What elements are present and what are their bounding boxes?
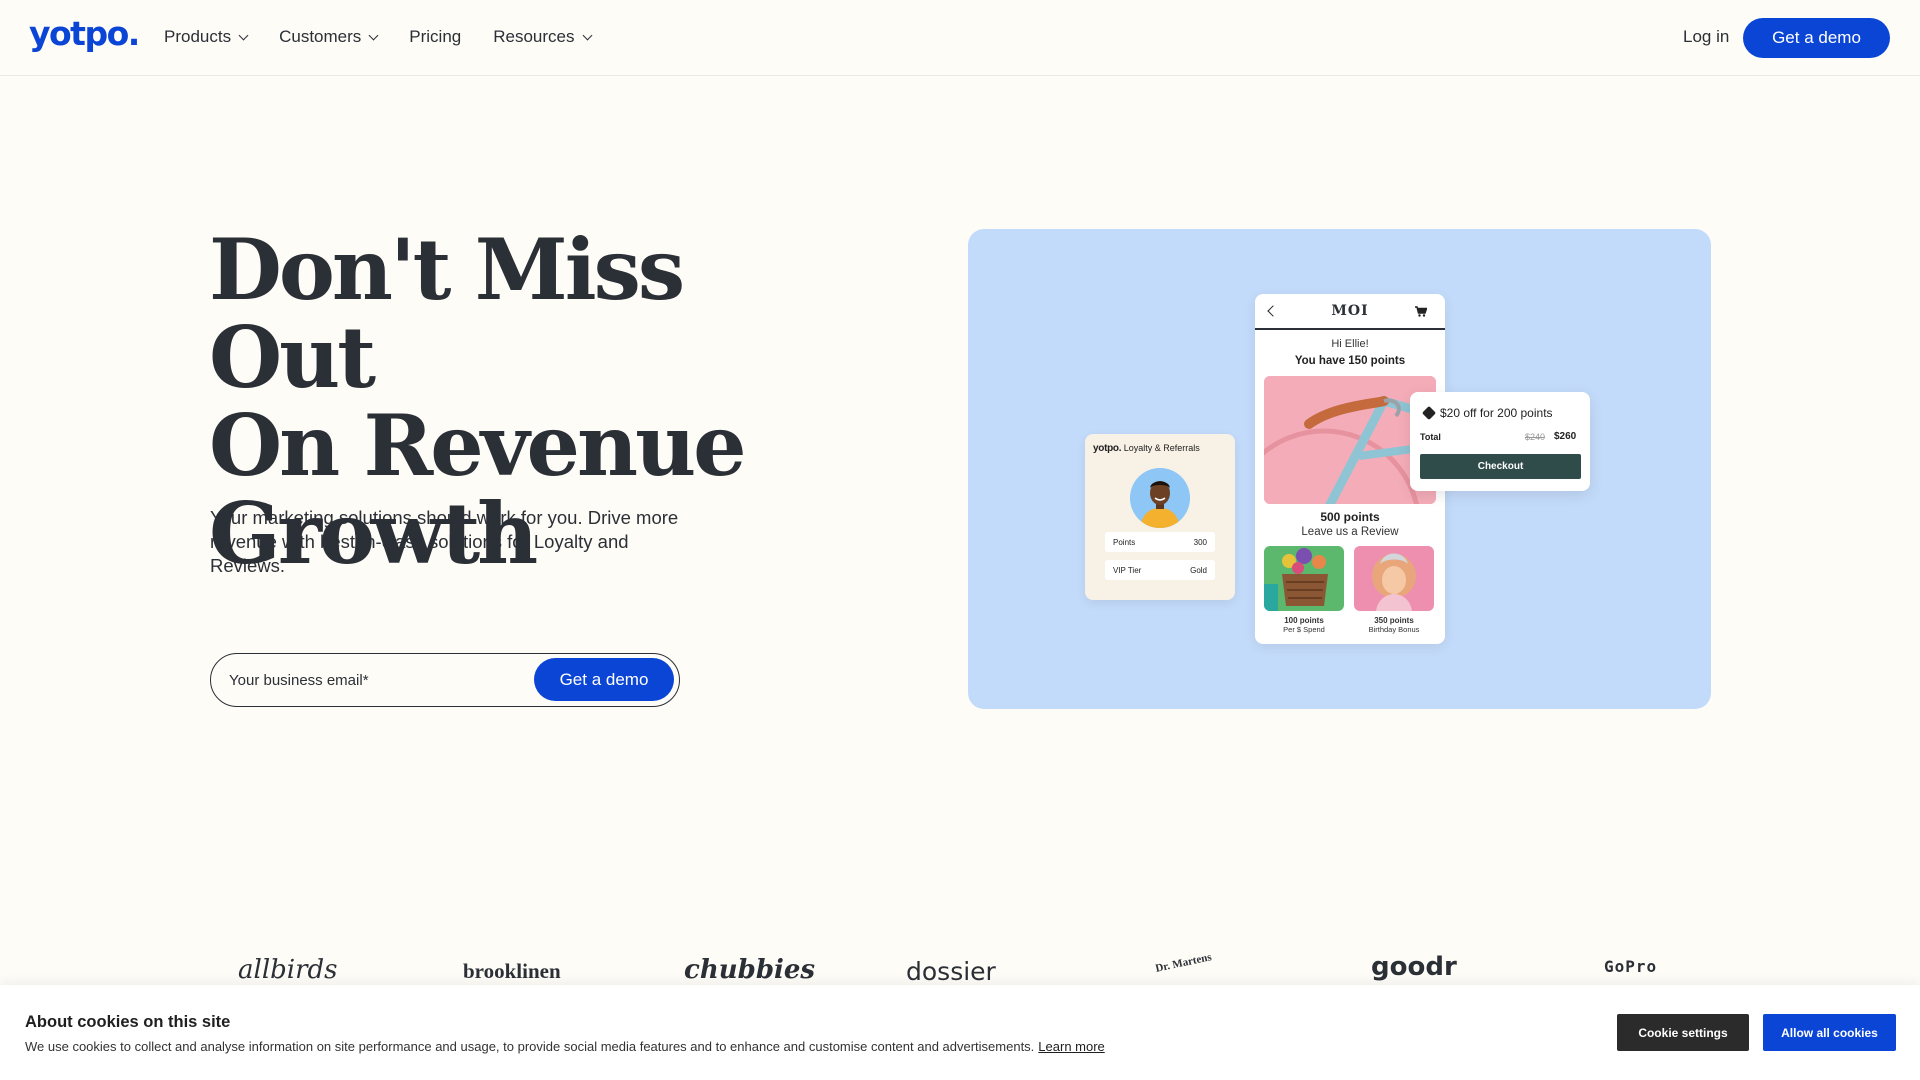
loyalty-card-brand: yotpo. Loyalty & Referrals: [1093, 443, 1200, 454]
offer-new-price: $260: [1554, 431, 1577, 442]
nav-item-products[interactable]: Products: [164, 27, 249, 47]
allow-all-cookies-button[interactable]: Allow all cookies: [1763, 1014, 1896, 1051]
cookie-banner: About cookies on this site We use cookie…: [0, 985, 1920, 1080]
offer-card: $20 off for 200 points Total $240 $260 C…: [1410, 392, 1590, 491]
checkout-button: Checkout: [1420, 454, 1581, 479]
offer-old-price: $240: [1525, 432, 1546, 442]
points-balance: You have 150 points: [1294, 355, 1406, 367]
hero-illustration: yotpo. Loyalty & Referrals Points 300 VI…: [968, 229, 1711, 709]
nav-item-label: Pricing: [409, 27, 462, 46]
cart-icon: [1415, 306, 1428, 320]
flower-basket-image: [1264, 546, 1344, 611]
review-points: 500 points: [1320, 510, 1380, 524]
nav-links: Products Customers Pricing Resources: [164, 27, 623, 47]
nav-item-resources[interactable]: Resources: [493, 27, 592, 47]
loyalty-points-row: Points 300: [1105, 532, 1215, 552]
nav-item-label: Resources: [493, 27, 575, 46]
top-nav: yotpo. Products Customers Pricing Resour…: [0, 0, 1920, 76]
hero-title-line: On Revenue: [209, 396, 747, 495]
greeting-text: Hi Ellie!: [1331, 338, 1369, 350]
demo-signup-form: Get a demo: [210, 653, 680, 707]
business-email-input[interactable]: [229, 668, 509, 692]
nav-item-label: Products: [164, 27, 232, 46]
login-link[interactable]: Log in: [1683, 27, 1729, 47]
chubbies-logo: chubbies: [684, 955, 816, 985]
learn-more-link[interactable]: Learn more: [1038, 1039, 1104, 1054]
offer-title: $20 off for 200 points: [1421, 405, 1553, 421]
store-brand: MOI: [1331, 303, 1369, 319]
nav-item-label: Customers: [279, 27, 362, 46]
hero-title-line: Don't Miss Out: [209, 220, 685, 407]
chevron-down-icon: [582, 30, 592, 40]
dossier-logo: dossier: [906, 957, 996, 986]
nav-get-demo-button[interactable]: Get a demo: [1743, 18, 1890, 58]
cookie-banner-text: We use cookies to collect and analyse in…: [25, 1039, 1105, 1054]
goodr-logo: goodr: [1371, 952, 1457, 982]
cookie-banner-title: About cookies on this site: [25, 1013, 231, 1031]
allbirds-logo: allbirds: [238, 955, 338, 985]
thumb-caption-spend: 100 points Per $ Spend: [1283, 616, 1325, 634]
gopro-logo: GoPro: [1604, 957, 1658, 976]
cookie-settings-button[interactable]: Cookie settings: [1617, 1014, 1749, 1051]
hero-subtitle: Your marketing solutions should work for…: [210, 507, 679, 576]
offer-total-label: Total: [1420, 432, 1441, 442]
price-tag-icon: [1421, 405, 1437, 421]
chevron-down-icon: [238, 30, 249, 40]
birthday-girl-image: [1354, 546, 1434, 611]
brooklinen-logo: brooklinen: [463, 959, 561, 983]
chevron-down-icon: [368, 30, 379, 40]
avatar: [1130, 468, 1190, 528]
back-arrow-icon: [1267, 305, 1279, 317]
nav-item-customers[interactable]: Customers: [279, 27, 379, 47]
loyalty-tier-row: VIP Tier Gold: [1105, 560, 1215, 580]
thumb-caption-birthday: 350 points Birthday Bonus: [1368, 616, 1420, 634]
dr-martens-logo: Dr. Martens: [1154, 951, 1213, 975]
nav-item-pricing[interactable]: Pricing: [409, 27, 461, 47]
review-action: Leave us a Review: [1301, 526, 1399, 538]
loyalty-card: yotpo. Loyalty & Referrals Points 300 VI…: [1085, 434, 1235, 600]
phone-header: MOI: [1255, 294, 1445, 330]
yotpo-logo[interactable]: yotpo.: [29, 14, 140, 53]
hero-get-demo-button[interactable]: Get a demo: [534, 658, 674, 701]
